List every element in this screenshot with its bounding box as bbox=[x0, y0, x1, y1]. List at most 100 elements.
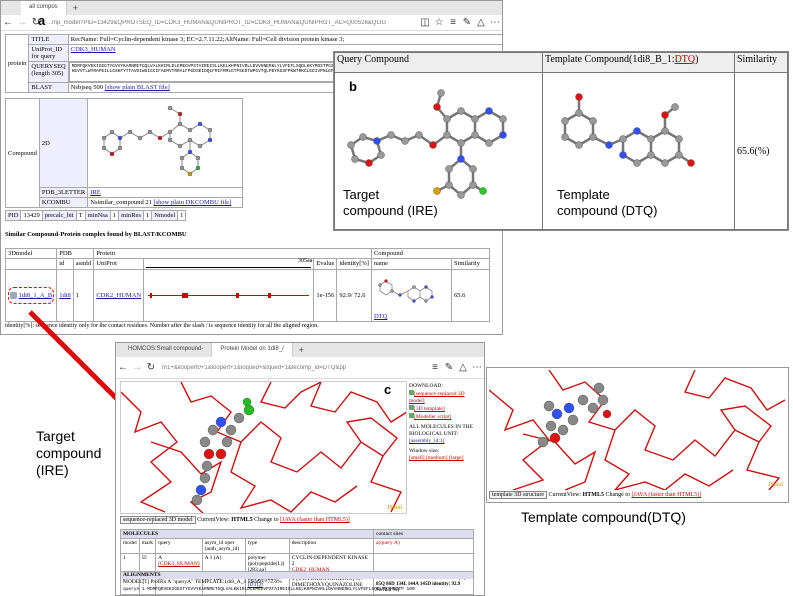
structure-select[interactable]: sequence-replaced 3D model bbox=[120, 516, 196, 524]
jsmol-watermark: JSmol bbox=[386, 505, 402, 511]
dtq-name-link[interactable]: DTQ bbox=[374, 313, 387, 320]
minnsa-key: minNsa bbox=[84, 210, 111, 221]
template-compound-caption: Template compound (DTQ) bbox=[557, 187, 658, 218]
uniprot-link[interactable]: CDK3_HUMAN bbox=[71, 46, 116, 53]
mol-row1-query-link[interactable]: (CDK3_HUMAN) bbox=[158, 561, 200, 567]
change-to-label: Change to bbox=[254, 517, 279, 523]
url-field[interactable]: ...mp_model?PID=13429&QPROTSEQ_ID=CDK3_H… bbox=[43, 20, 418, 26]
header-query-compound: Query Compound bbox=[334, 52, 543, 73]
favorite-star-icon[interactable]: ☆ bbox=[432, 17, 446, 28]
download-model-link[interactable]: [sequence-replaced 3D model] bbox=[409, 391, 465, 404]
template-dtq-link[interactable]: DTQ bbox=[675, 54, 696, 65]
java-view-link[interactable]: [JAVA (faster than HTML5)] bbox=[280, 517, 350, 523]
more-icon[interactable]: ⋯ bbox=[488, 17, 502, 28]
model-url-field[interactable]: m1+&iloopert0+1&loopert+1&loqued+&lqued+… bbox=[158, 365, 428, 371]
back-icon[interactable]: ← bbox=[1, 17, 15, 28]
uniprot-cdk2-link[interactable]: CDK2_HUMAN bbox=[96, 292, 141, 299]
col-compound: Compound bbox=[370, 248, 491, 259]
current-view-label: CurrentView: bbox=[197, 517, 230, 523]
minres-value: 1 bbox=[142, 210, 153, 221]
pdb-3letter-key: PDB_3LETTER bbox=[38, 187, 89, 198]
two-d-key: 2D bbox=[38, 98, 89, 188]
protein-backbone-model bbox=[121, 382, 406, 513]
queryseq-key: QUERYSEQ (length 305) bbox=[28, 61, 69, 83]
mol-row1-desc: CYCLIN-DEPENDENT KINASE 2 bbox=[291, 555, 368, 567]
model-new-tab-button[interactable]: + bbox=[293, 345, 310, 355]
pdb-3letter-link[interactable]: IRE bbox=[90, 189, 100, 196]
template-change-to-label: Change to bbox=[605, 492, 630, 498]
ruler-end-label: 305aa bbox=[297, 258, 313, 264]
model-hub-icon[interactable]: ≡ bbox=[428, 362, 442, 373]
mol-col-type: type bbox=[244, 538, 290, 554]
template-jsmol-watermark: JSmol bbox=[767, 482, 783, 488]
contact-sites-title: contact sites bbox=[373, 529, 474, 539]
model-back-icon[interactable]: ← bbox=[116, 362, 130, 373]
template-compound-label: Template compound(DTQ) bbox=[521, 509, 686, 525]
kcombu-value: Nsimilar_compound 21 bbox=[90, 199, 152, 206]
kcombu-file-link[interactable]: [show plain DKCOMBU file] bbox=[153, 199, 231, 206]
mol-col-model: model bbox=[120, 538, 140, 554]
template-viewer-controls: template 3D structure CurrentView: HTML5… bbox=[489, 491, 701, 499]
similar-heading: Similar Compound-Protein complex found b… bbox=[5, 231, 187, 238]
dtq-2d-thumbnail bbox=[378, 279, 434, 303]
model-link[interactable]: 1di8_1_A_B bbox=[19, 292, 53, 299]
hub-icon[interactable]: ≡ bbox=[446, 17, 460, 28]
header-similarity: Similarity bbox=[734, 52, 788, 73]
forward-icon[interactable]: → bbox=[15, 17, 29, 28]
jsmol-viewer-template[interactable]: JSmol bbox=[489, 370, 787, 490]
web-note-icon[interactable]: ✎ bbox=[460, 17, 474, 28]
template-structure-select[interactable]: template 3D structure bbox=[489, 491, 547, 499]
panel-label-b: b bbox=[349, 79, 357, 94]
model-forward-icon[interactable]: → bbox=[130, 362, 144, 373]
current-view-value: HTML5 bbox=[231, 517, 253, 523]
pdb-id-link[interactable]: 1di8 bbox=[59, 292, 71, 299]
panel-label-a: a bbox=[38, 13, 46, 28]
share-icon[interactable]: △ bbox=[474, 17, 488, 28]
panel-label-c: c bbox=[384, 382, 392, 397]
query-2d-structure bbox=[87, 98, 244, 188]
model-refresh-icon[interactable]: ↻ bbox=[144, 362, 158, 373]
col-name: name bbox=[370, 258, 452, 270]
jsmol-mini-icon bbox=[10, 292, 17, 299]
model-more-icon[interactable]: ⋯ bbox=[470, 362, 484, 373]
sequence-ruler bbox=[146, 263, 312, 268]
target-compound-label: Target compound (IRE) bbox=[36, 428, 102, 478]
template-header-text: Template Compound(1di8_B_1: bbox=[545, 54, 675, 65]
col-ruler: 305aa bbox=[143, 258, 315, 270]
alignments-section: ALIGNMENTS MODEL[1] Protein A "queryA" T… bbox=[120, 571, 474, 595]
mol-col-query: query bbox=[155, 538, 203, 554]
comparison-table: Query Compound Template Compound(1di8_B_… bbox=[334, 52, 788, 230]
compound-comparison-panel: Query Compound Template Compound(1di8_B_… bbox=[333, 51, 789, 231]
all-molecules-label: ALL MOLECULES IN THE BIOLOGICAL UNIT: bbox=[409, 424, 474, 437]
kcombu-key: KCOMBU bbox=[38, 197, 89, 208]
download-modeller-link[interactable]: [Modeller script] bbox=[414, 414, 451, 420]
model-tab-bar: HOMCOS:Small compound- Protein Model on … bbox=[116, 343, 484, 357]
tab-protein-model[interactable]: Protein Model on 1di8_/ bbox=[212, 343, 293, 357]
col-uniprot: UniProt bbox=[93, 258, 145, 270]
window-size-links[interactable]: [small] [medium] [large] bbox=[409, 455, 479, 462]
browser-window-model: HOMCOS:Small compound- Protein Model on … bbox=[115, 342, 485, 596]
nmodel-value: 1 bbox=[177, 210, 187, 221]
download-template-link[interactable]: [3D template] bbox=[414, 406, 445, 412]
header-template-compound: Template Compound(1di8_B_1:DTQ) bbox=[542, 52, 735, 73]
blast-value: Nsbjseq 500 bbox=[70, 84, 104, 91]
address-bar: ← → ↻ ...mp_model?PID=13429&QPROTSEQ_ID=… bbox=[1, 15, 502, 31]
new-tab-button[interactable]: + bbox=[67, 3, 84, 13]
mol-col-contact: a(query A) bbox=[373, 538, 474, 554]
jsmol-viewer-model[interactable]: c JSmol bbox=[120, 381, 407, 514]
template-protein-backbone bbox=[489, 370, 786, 490]
mol-col-description: description bbox=[288, 538, 375, 554]
identity-value: 92.9/ 72.6 bbox=[336, 269, 372, 322]
query-compound-2d-image bbox=[102, 105, 213, 177]
blast-key: BLAST bbox=[28, 82, 69, 93]
reading-view-icon[interactable]: ◫ bbox=[418, 17, 432, 28]
assembly-link[interactable]: [assembly_id:1] bbox=[409, 438, 444, 444]
template-java-view-link[interactable]: [JAVA (faster than HTML5)] bbox=[631, 492, 701, 498]
model-note-icon[interactable]: ✎ bbox=[442, 362, 456, 373]
minnsa-value: 1 bbox=[109, 210, 120, 221]
template-header-close: ) bbox=[695, 54, 699, 65]
col-id: id bbox=[56, 258, 74, 270]
tab-homcos[interactable]: HOMCOS:Small compound- bbox=[120, 343, 213, 357]
model-share-icon[interactable]: △ bbox=[456, 362, 470, 373]
blast-file-link[interactable]: [show plain BLAST file] bbox=[105, 84, 170, 91]
